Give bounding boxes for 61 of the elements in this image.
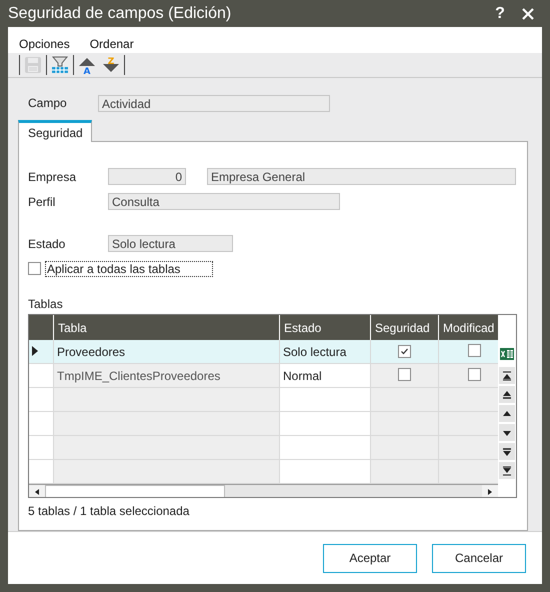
empresa-name-field[interactable]: Empresa General (207, 168, 516, 185)
table-cell: Proveedores (54, 340, 280, 364)
check-icon (400, 346, 409, 356)
perfil-field[interactable]: Consulta (108, 193, 340, 210)
navigation-button[interactable] (499, 424, 515, 441)
checkbox[interactable] (398, 368, 411, 380)
table-cell (438, 460, 498, 484)
help-button[interactable]: ? (486, 2, 514, 26)
column-header[interactable]: Seguridad (370, 315, 438, 340)
status-text: 5 tablas / 1 tabla seleccionada (28, 504, 190, 518)
table-cell: TmpIME_ClientesProveedores (54, 364, 280, 388)
save-icon (24, 56, 42, 74)
table-cell (370, 412, 438, 436)
checkbox[interactable] (28, 262, 41, 275)
navigation-button[interactable] (499, 443, 515, 460)
column-header[interactable]: Tabla (54, 315, 280, 340)
field-label: Empresa (28, 170, 78, 184)
column-header[interactable]: Estado (280, 315, 370, 340)
table-cell (438, 412, 498, 436)
first-icon (502, 370, 512, 380)
dialog-button[interactable]: Aceptar (323, 544, 417, 572)
field-label: Estado (28, 236, 66, 250)
table-cell: Solo lectura (280, 340, 370, 364)
page-down-icon (502, 446, 512, 456)
window-title: Seguridad de campos (Edición) (8, 4, 232, 22)
menu-item[interactable]: Opciones (19, 37, 70, 51)
header-cell (29, 315, 54, 340)
campo-field[interactable]: Actividad (98, 94, 330, 112)
checkbox-label[interactable]: Aplicar a todas las tablas (45, 260, 213, 276)
row-pointer-icon (32, 346, 38, 356)
last-icon (502, 466, 512, 476)
estado-field[interactable]: Solo lectura (108, 235, 233, 252)
table-cell: Normal (280, 364, 370, 388)
checkbox[interactable] (398, 344, 411, 358)
scroll-left-icon (33, 488, 41, 496)
row-indicator[interactable] (29, 340, 54, 364)
close-icon (521, 6, 535, 20)
table-cell (370, 460, 438, 484)
page-up-icon (502, 390, 512, 400)
tab[interactable]: Seguridad (18, 120, 92, 142)
column-header[interactable]: Modificad (438, 315, 498, 340)
section-label: Tablas (28, 297, 64, 311)
dialog-button[interactable]: Cancelar (432, 544, 526, 572)
checkbox[interactable] (468, 368, 481, 380)
table-cell (370, 436, 438, 460)
horizontal-scrollbar[interactable] (29, 484, 498, 497)
filter-icon (51, 56, 69, 74)
checkbox[interactable] (468, 344, 481, 356)
field-label: Perfil (28, 194, 56, 208)
menu-item[interactable]: Ordenar (90, 37, 134, 51)
scroll-thumb[interactable] (45, 485, 225, 497)
navigation-button[interactable] (499, 367, 515, 384)
navigation-button[interactable] (499, 405, 515, 422)
empresa-code-field[interactable]: 0 (108, 168, 186, 185)
up-icon (502, 408, 512, 418)
scroll-right-icon (486, 488, 494, 496)
table-cell (438, 436, 498, 460)
navigation-button[interactable] (499, 386, 515, 403)
spreadsheet-icon[interactable] (500, 347, 514, 361)
navigation-button[interactable] (499, 462, 515, 479)
field-label: Campo (27, 96, 68, 110)
